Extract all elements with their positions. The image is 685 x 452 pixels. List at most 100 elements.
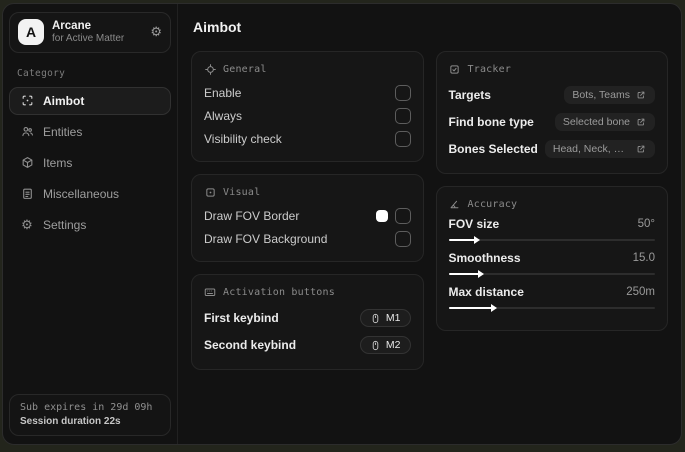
setting-label: Always xyxy=(204,109,243,123)
sidebar-item-miscellaneous[interactable]: Miscellaneous xyxy=(9,180,171,208)
gear-icon: ⚙ xyxy=(21,217,33,233)
crosshair-icon xyxy=(204,63,216,75)
first-keybind-button[interactable]: M1 xyxy=(359,309,411,327)
slider-label: FOV size xyxy=(448,217,500,231)
section-header: General xyxy=(223,63,267,75)
targets-dropdown[interactable]: Bots, Teams xyxy=(564,86,655,104)
tracker-card: Tracker Targets Bots, Teams Find bone ty… xyxy=(435,51,668,174)
clipboard-list-icon xyxy=(20,187,34,201)
sub-expiry-text: Sub expires in 29d 09h xyxy=(20,402,153,413)
max-distance-slider[interactable] xyxy=(448,304,655,312)
sidebar-item-items[interactable]: Items xyxy=(9,149,171,177)
slider-row-smoothness: Smoothness 15.0 xyxy=(448,251,655,278)
slider-thumb[interactable] xyxy=(478,270,485,278)
gear-icon[interactable]: ⚙ xyxy=(150,24,162,40)
setting-row-find-bone-type: Find bone type Selected bone xyxy=(448,109,655,135)
fov-size-slider[interactable] xyxy=(448,236,655,244)
slider-thumb[interactable] xyxy=(490,304,497,312)
slider-value: 15.0 xyxy=(632,252,655,264)
section-header: Tracker xyxy=(467,63,512,75)
frame-icon xyxy=(204,186,216,198)
visual-card: Visual Draw FOV Border Draw FOV Backgrou… xyxy=(191,174,424,262)
setting-label: Enable xyxy=(204,86,242,100)
keyboard-icon xyxy=(204,286,216,298)
setting-label: Second keybind xyxy=(204,338,297,352)
expand-icon xyxy=(636,144,647,155)
keybind-value: M2 xyxy=(385,339,401,351)
general-card: General Enable Always Visibility check xyxy=(191,51,424,162)
enable-checkbox[interactable] xyxy=(394,85,411,101)
activation-buttons-card: Activation buttons First keybind M1 Seco… xyxy=(191,274,424,370)
session-duration-text: Session duration 22s xyxy=(20,416,121,427)
brand-title: Arcane xyxy=(52,20,91,32)
page-title: Aimbot xyxy=(193,19,242,35)
second-keybind-button[interactable]: M2 xyxy=(359,336,411,354)
tracker-icon xyxy=(449,63,461,75)
crosshair-scan-icon xyxy=(20,94,34,108)
sidebar-item-label: Settings xyxy=(43,217,87,232)
slider-value: 50° xyxy=(637,218,655,230)
visibility-check-checkbox[interactable] xyxy=(394,131,411,147)
setting-row-first-keybind: First keybind M1 xyxy=(204,305,411,331)
slider-value: 250m xyxy=(626,286,655,298)
fov-border-color-swatch[interactable] xyxy=(375,210,388,222)
mouse-icon xyxy=(370,313,381,324)
setting-label: Bones Selected xyxy=(448,142,538,156)
category-label: Category xyxy=(17,67,66,79)
cube-icon xyxy=(20,156,34,170)
setting-row-draw-fov-background: Draw FOV Background xyxy=(204,228,411,250)
app-window: A Arcane for Active Matter ⚙ Category Ai… xyxy=(2,3,682,445)
subscription-status-card: Sub expires in 29d 09h Session duration … xyxy=(9,394,171,436)
main-content: Aimbot General Enable Always Visibility … xyxy=(178,4,681,444)
setting-row-targets: Targets Bots, Teams xyxy=(448,82,655,108)
brand-logo: A xyxy=(18,19,44,46)
section-header: Accuracy xyxy=(467,198,518,210)
expand-icon xyxy=(636,117,647,128)
section-header: Visual xyxy=(223,186,261,198)
setting-label: Visibility check xyxy=(204,132,282,146)
brand-card: A Arcane for Active Matter ⚙ xyxy=(9,12,171,53)
slider-label: Smoothness xyxy=(448,251,521,265)
sidebar: A Arcane for Active Matter ⚙ Category Ai… xyxy=(3,4,178,444)
dropdown-value: Selected bone xyxy=(562,116,630,128)
angle-icon xyxy=(449,198,461,210)
brand-subtitle: for Active Matter xyxy=(52,33,125,45)
sidebar-item-label: Entities xyxy=(43,124,83,139)
bones-selected-dropdown[interactable]: Head, Neck, Body, Pe… xyxy=(544,140,655,158)
sidebar-item-aimbot[interactable]: Aimbot xyxy=(9,86,171,115)
setting-row-second-keybind: Second keybind M2 xyxy=(204,332,411,358)
draw-fov-background-checkbox[interactable] xyxy=(394,231,411,247)
dropdown-value: Head, Neck, Body, Pe… xyxy=(552,143,630,155)
expand-icon xyxy=(636,90,647,101)
slider-row-fov-size: FOV size 50° xyxy=(448,217,655,244)
find-bone-type-dropdown[interactable]: Selected bone xyxy=(554,113,655,131)
accuracy-card: Accuracy FOV size 50° Smoothness 15.0 Ma… xyxy=(435,186,668,331)
keybind-value: M1 xyxy=(385,312,401,324)
setting-row-bones-selected: Bones Selected Head, Neck, Body, Pe… xyxy=(448,136,655,162)
draw-fov-border-checkbox[interactable] xyxy=(394,208,411,224)
setting-row-always: Always xyxy=(204,105,411,127)
setting-row-visibility-check: Visibility check xyxy=(204,128,411,150)
sidebar-item-label: Miscellaneous xyxy=(43,186,120,201)
sidebar-item-settings[interactable]: ⚙ Settings xyxy=(9,211,171,239)
always-checkbox[interactable] xyxy=(394,108,411,124)
setting-label: Draw FOV Background xyxy=(204,232,328,246)
setting-row-draw-fov-border: Draw FOV Border xyxy=(204,205,411,227)
setting-label: Targets xyxy=(448,88,491,102)
setting-label: First keybind xyxy=(204,311,279,325)
setting-row-enable: Enable xyxy=(204,82,411,104)
dropdown-value: Bots, Teams xyxy=(572,89,630,101)
sidebar-item-label: Aimbot xyxy=(43,93,85,108)
slider-row-max-distance: Max distance 250m xyxy=(448,285,655,312)
setting-label: Find bone type xyxy=(448,115,534,129)
section-header: Activation buttons xyxy=(223,286,335,298)
slider-thumb[interactable] xyxy=(474,236,481,244)
slider-label: Max distance xyxy=(448,285,524,299)
sidebar-item-entities[interactable]: Entities xyxy=(9,118,171,146)
mouse-icon xyxy=(370,340,381,351)
sidebar-item-label: Items xyxy=(43,155,73,170)
users-icon xyxy=(20,125,34,139)
category-nav: Aimbot Entities Items Miscellaneous ⚙ Se… xyxy=(9,86,171,239)
setting-label: Draw FOV Border xyxy=(204,209,300,223)
smoothness-slider[interactable] xyxy=(448,270,655,278)
